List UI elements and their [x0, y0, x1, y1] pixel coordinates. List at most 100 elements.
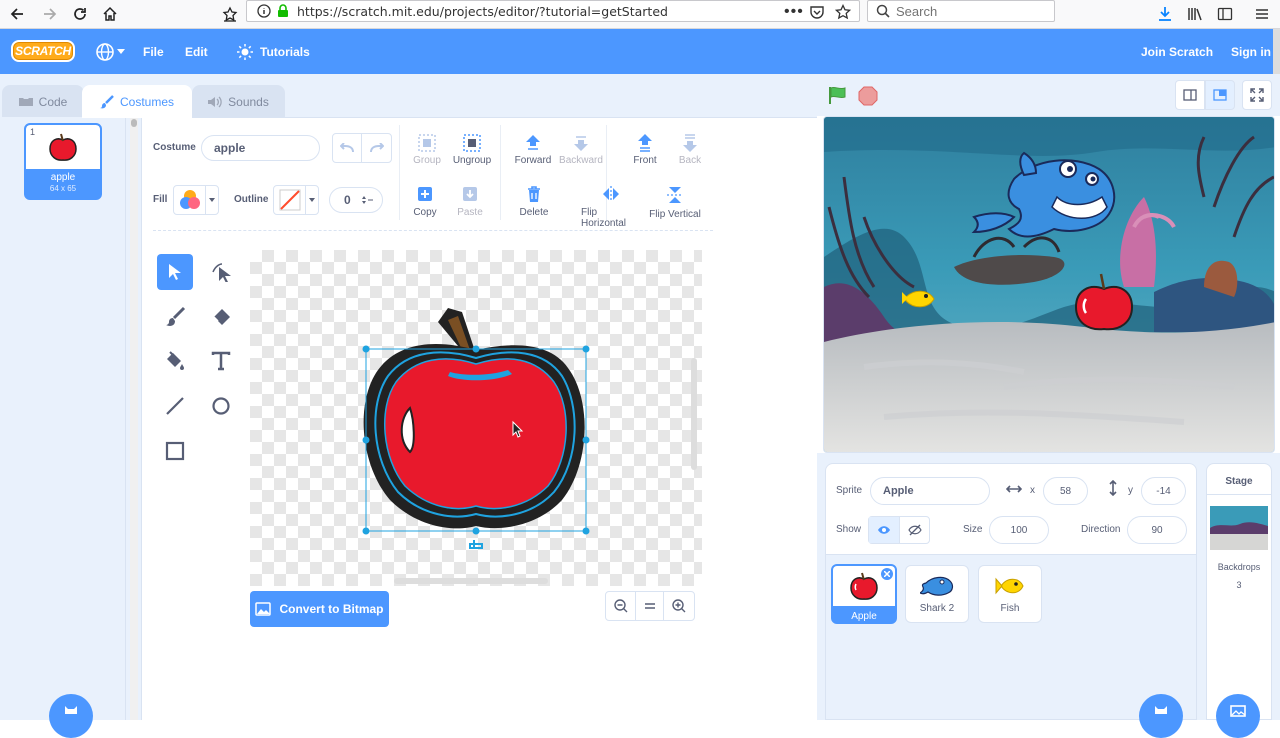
- fullscreen-button[interactable]: [1242, 80, 1272, 110]
- hamburger-menu-icon[interactable]: [1250, 2, 1274, 26]
- page-scrollbar[interactable]: [1273, 29, 1280, 74]
- hide-button[interactable]: [900, 517, 929, 543]
- paintbrush-icon: [166, 306, 186, 326]
- star-icon[interactable]: [835, 4, 851, 20]
- stage-canvas[interactable]: [823, 116, 1275, 453]
- choose-costume-button[interactable]: [49, 694, 93, 738]
- y-arrow-icon: [1107, 480, 1119, 496]
- visibility-toggle: [868, 516, 930, 544]
- apple-drawing[interactable]: [250, 250, 702, 586]
- library-icon[interactable]: [1183, 2, 1207, 26]
- sprite-name-input[interactable]: Apple: [870, 477, 990, 505]
- paste-button[interactable]: Paste: [440, 185, 500, 218]
- stepper-icon[interactable]: [361, 195, 373, 205]
- fill-color-picker[interactable]: [173, 185, 219, 215]
- outline-width-input[interactable]: 0: [329, 187, 383, 213]
- download-icon[interactable]: [1153, 2, 1177, 26]
- sprite-item-shark-2[interactable]: Shark 2: [905, 565, 969, 623]
- brush-tool[interactable]: [157, 299, 193, 335]
- text-tool[interactable]: [203, 343, 239, 379]
- x-label: x: [1030, 485, 1035, 496]
- back-button[interactable]: Back: [660, 133, 720, 166]
- costume-name-value: apple: [214, 141, 246, 155]
- choose-sprite-button[interactable]: [1139, 694, 1183, 738]
- canvas-horizontal-scrollbar[interactable]: [394, 578, 548, 584]
- rectangle-tool[interactable]: [157, 433, 193, 469]
- file-menu[interactable]: File: [143, 29, 164, 74]
- join-scratch-link[interactable]: Join Scratch: [1141, 29, 1213, 74]
- paint-canvas[interactable]: [250, 250, 702, 586]
- zoom-controls: [605, 591, 695, 621]
- delete-button[interactable]: Delete: [504, 185, 564, 218]
- undo-button[interactable]: [333, 134, 363, 162]
- sprite-item-apple[interactable]: Apple: [831, 564, 897, 624]
- line-tool[interactable]: [157, 388, 193, 424]
- fill-tool[interactable]: [157, 343, 193, 379]
- tab-sounds[interactable]: Sounds: [192, 85, 285, 118]
- flip-horizontal-icon: [603, 186, 619, 202]
- size-input[interactable]: 100: [989, 516, 1049, 544]
- reshape-tool[interactable]: [203, 254, 239, 290]
- costume-item-apple[interactable]: 1 apple 64 x 65: [24, 123, 102, 200]
- sign-in-link[interactable]: Sign in: [1231, 29, 1271, 74]
- bookmark-library-icon[interactable]: [218, 2, 242, 26]
- undo-redo-group: [332, 133, 392, 163]
- circle-tool[interactable]: [203, 388, 239, 424]
- page-actions-icon[interactable]: •••: [784, 3, 804, 21]
- direction-value: 90: [1151, 524, 1163, 536]
- green-flag-icon[interactable]: [827, 85, 849, 105]
- redo-button[interactable]: [362, 134, 391, 162]
- scratch-logo[interactable]: SCRATCH: [11, 40, 75, 62]
- stop-icon[interactable]: [858, 86, 878, 106]
- tab-code[interactable]: Code: [2, 85, 84, 118]
- costume-index: 1: [30, 127, 36, 137]
- small-stage-button[interactable]: [1175, 80, 1205, 110]
- backward-button[interactable]: Backward: [551, 133, 611, 166]
- eye-icon: [878, 526, 890, 534]
- delete-sprite-button[interactable]: [881, 568, 893, 580]
- reload-icon[interactable]: [68, 2, 92, 26]
- direction-input[interactable]: 90: [1127, 516, 1187, 544]
- sidebar-icon[interactable]: [1213, 2, 1237, 26]
- home-icon[interactable]: [98, 2, 122, 26]
- flip-horizontal-button[interactable]: Flip Horizontal: [581, 185, 641, 229]
- large-stage-button[interactable]: [1205, 80, 1235, 110]
- outline-color-picker[interactable]: [273, 185, 319, 215]
- ungroup-button[interactable]: Ungroup: [442, 133, 502, 166]
- flip-vertical-button[interactable]: Flip Vertical: [645, 185, 705, 220]
- brush-icon: [99, 94, 114, 109]
- y-input[interactable]: -14: [1141, 477, 1186, 505]
- forward-arrow-icon[interactable]: [37, 2, 61, 26]
- browser-search-input[interactable]: Search: [867, 0, 1055, 22]
- show-button[interactable]: [869, 517, 900, 543]
- eraser-tool[interactable]: [203, 299, 239, 335]
- x-input[interactable]: 58: [1043, 477, 1088, 505]
- backdrop-thumbnail: [1210, 506, 1268, 550]
- zoom-out-button[interactable]: [606, 592, 636, 620]
- sprite-item-fish[interactable]: Fish: [978, 565, 1042, 623]
- fill-label: Fill: [153, 194, 168, 205]
- eraser-icon: [213, 309, 230, 325]
- line-icon: [166, 397, 184, 415]
- back-arrow-icon[interactable]: [6, 2, 30, 26]
- apple-sprite-icon: [850, 572, 878, 600]
- costume-list-scrollbar[interactable]: [130, 117, 138, 720]
- pocket-icon[interactable]: [809, 4, 825, 20]
- tutorials-button[interactable]: Tutorials: [237, 29, 310, 74]
- zoom-in-button[interactable]: [664, 592, 694, 620]
- canvas-vertical-scrollbar[interactable]: [691, 358, 697, 470]
- zoom-reset-button[interactable]: [636, 592, 664, 620]
- convert-to-bitmap-button[interactable]: Convert to Bitmap: [250, 591, 389, 627]
- select-tool[interactable]: [157, 254, 193, 290]
- choose-backdrop-button[interactable]: [1216, 694, 1260, 738]
- edit-menu[interactable]: Edit: [185, 29, 208, 74]
- tab-costumes[interactable]: Costumes: [82, 85, 192, 118]
- costume-name-input[interactable]: apple: [201, 135, 320, 161]
- url-bar[interactable]: https://scratch.mit.edu/projects/editor/…: [246, 0, 860, 22]
- size-value: 100: [1010, 524, 1028, 536]
- stage-selector[interactable]: Stage Backdrops 3: [1206, 463, 1272, 720]
- sprite-thumbnail: [833, 566, 895, 606]
- copy-label: Copy: [413, 207, 437, 218]
- info-icon[interactable]: [257, 4, 271, 18]
- language-menu[interactable]: [95, 29, 125, 74]
